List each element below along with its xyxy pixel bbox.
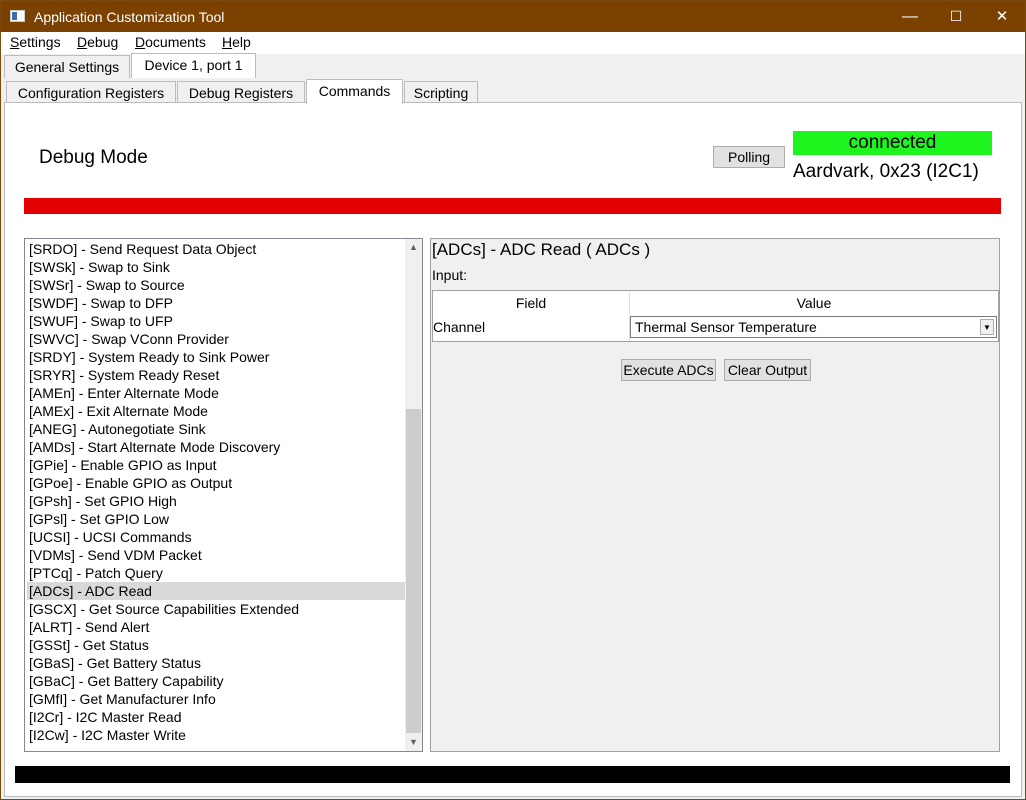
list-item[interactable]: [SWSk] - Swap to Sink [27, 258, 405, 276]
tab-device-1-port-1[interactable]: Device 1, port 1 [131, 53, 256, 78]
execute-button[interactable]: Execute ADCs [621, 359, 716, 381]
command-list-scrollbar[interactable]: ▲ ▼ [405, 239, 422, 751]
menu-help[interactable]: Help [222, 34, 251, 50]
scroll-down-icon[interactable]: ▼ [405, 734, 422, 751]
list-item[interactable]: [I2Cw] - I2C Master Write [27, 726, 405, 744]
list-item[interactable]: [AMEx] - Exit Alternate Mode [27, 402, 405, 420]
command-list[interactable]: ▲ ▼ [SRDO] - Send Request Data Object [SW… [24, 238, 423, 752]
list-item[interactable]: [AMDs] - Start Alternate Mode Discovery [27, 438, 405, 456]
menu-debug[interactable]: Debug [77, 34, 118, 50]
connected-device-label: Aardvark, 0x23 (I2C1) [793, 161, 979, 182]
field-name-channel: Channel [433, 319, 486, 335]
tab-commands[interactable]: Commands [306, 79, 403, 104]
chevron-down-icon[interactable]: ▼ [980, 319, 994, 335]
scroll-up-icon[interactable]: ▲ [405, 239, 422, 256]
list-item[interactable]: [GMfI] - Get Manufacturer Info [27, 690, 405, 708]
list-item[interactable]: [SWUF] - Swap to UFP [27, 312, 405, 330]
list-item[interactable]: [ALRT] - Send Alert [27, 618, 405, 636]
status-bar-red [24, 198, 1001, 214]
channel-select[interactable]: Thermal Sensor Temperature ▼ [630, 316, 997, 338]
mode-title: Debug Mode [39, 147, 148, 168]
list-item[interactable]: [GSSt] - Get Status [27, 636, 405, 654]
tab-general-settings[interactable]: General Settings [4, 55, 130, 78]
command-detail-panel: [ADCs] - ADC Read ( ADCs ) Input: Field … [430, 238, 1000, 752]
window-title: Application Customization Tool [34, 9, 225, 25]
scroll-thumb[interactable] [406, 409, 421, 733]
menu-documents[interactable]: Documents [135, 34, 206, 50]
channel-select-value: Thermal Sensor Temperature [635, 319, 817, 335]
list-item[interactable]: [GBaC] - Get Battery Capability [27, 672, 405, 690]
column-header-value: Value [796, 295, 832, 311]
tab-configuration-registers[interactable]: Configuration Registers [6, 81, 176, 104]
list-item[interactable]: [AMEn] - Enter Alternate Mode [27, 384, 405, 402]
list-item[interactable]: [VDMs] - Send VDM Packet [27, 546, 405, 564]
tab-debug-registers[interactable]: Debug Registers [177, 81, 305, 104]
input-grid: Field Value Channel Thermal Sensor Tempe… [432, 290, 999, 342]
list-item[interactable]: [GPoe] - Enable GPIO as Output [27, 474, 405, 492]
menu-bar: Settings Debug Documents Help [1, 32, 1025, 54]
list-item[interactable]: [SWVC] - Swap VConn Provider [27, 330, 405, 348]
list-item[interactable]: [PTCq] - Patch Query [27, 564, 405, 582]
column-header-field: Field [515, 295, 547, 311]
list-item[interactable]: [GBaS] - Get Battery Status [27, 654, 405, 672]
app-window: Application Customization Tool — ☐ ✕ Set… [0, 0, 1026, 800]
list-item[interactable]: [I2Cr] - I2C Master Read [27, 708, 405, 726]
app-icon [10, 10, 25, 22]
close-icon[interactable]: ✕ [979, 1, 1025, 32]
list-item[interactable]: [GPsl] - Set GPIO Low [27, 510, 405, 528]
function-tab-strip: Configuration Registers Debug Registers … [1, 79, 1025, 104]
list-item[interactable]: [GSCX] - Get Source Capabilities Extende… [27, 600, 405, 618]
input-label: Input: [432, 267, 468, 283]
list-item[interactable]: [SRYR] - System Ready Reset [27, 366, 405, 384]
tab-scripting[interactable]: Scripting [404, 81, 478, 104]
device-tab-strip: General Settings Device 1, port 1 [1, 53, 1025, 78]
list-item[interactable]: [ANEG] - Autonegotiate Sink [27, 420, 405, 438]
menu-settings[interactable]: Settings [10, 34, 61, 50]
maximize-icon[interactable]: ☐ [933, 1, 979, 32]
list-item[interactable]: [SWDF] - Swap to DFP [27, 294, 405, 312]
connection-status-badge: connected [793, 131, 992, 155]
command-heading: [ADCs] - ADC Read ( ADCs ) [432, 240, 651, 259]
list-item[interactable]: [SWSr] - Swap to Source [27, 276, 405, 294]
clear-output-button[interactable]: Clear Output [724, 359, 811, 381]
title-bar: Application Customization Tool — ☐ ✕ [1, 1, 1025, 32]
output-bar [15, 766, 1010, 783]
list-item[interactable]: [GPie] - Enable GPIO as Input [27, 456, 405, 474]
commands-panel: Debug Mode Polling connected Aardvark, 0… [4, 102, 1022, 797]
list-item[interactable]: [ADCs] - ADC Read [27, 582, 405, 600]
list-item[interactable]: [UCSI] - UCSI Commands [27, 528, 405, 546]
list-item[interactable]: [SRDO] - Send Request Data Object [27, 240, 405, 258]
minimize-icon[interactable]: — [887, 1, 933, 32]
list-item[interactable]: [SRDY] - System Ready to Sink Power [27, 348, 405, 366]
list-item[interactable]: [GPsh] - Set GPIO High [27, 492, 405, 510]
polling-button[interactable]: Polling [713, 146, 785, 168]
